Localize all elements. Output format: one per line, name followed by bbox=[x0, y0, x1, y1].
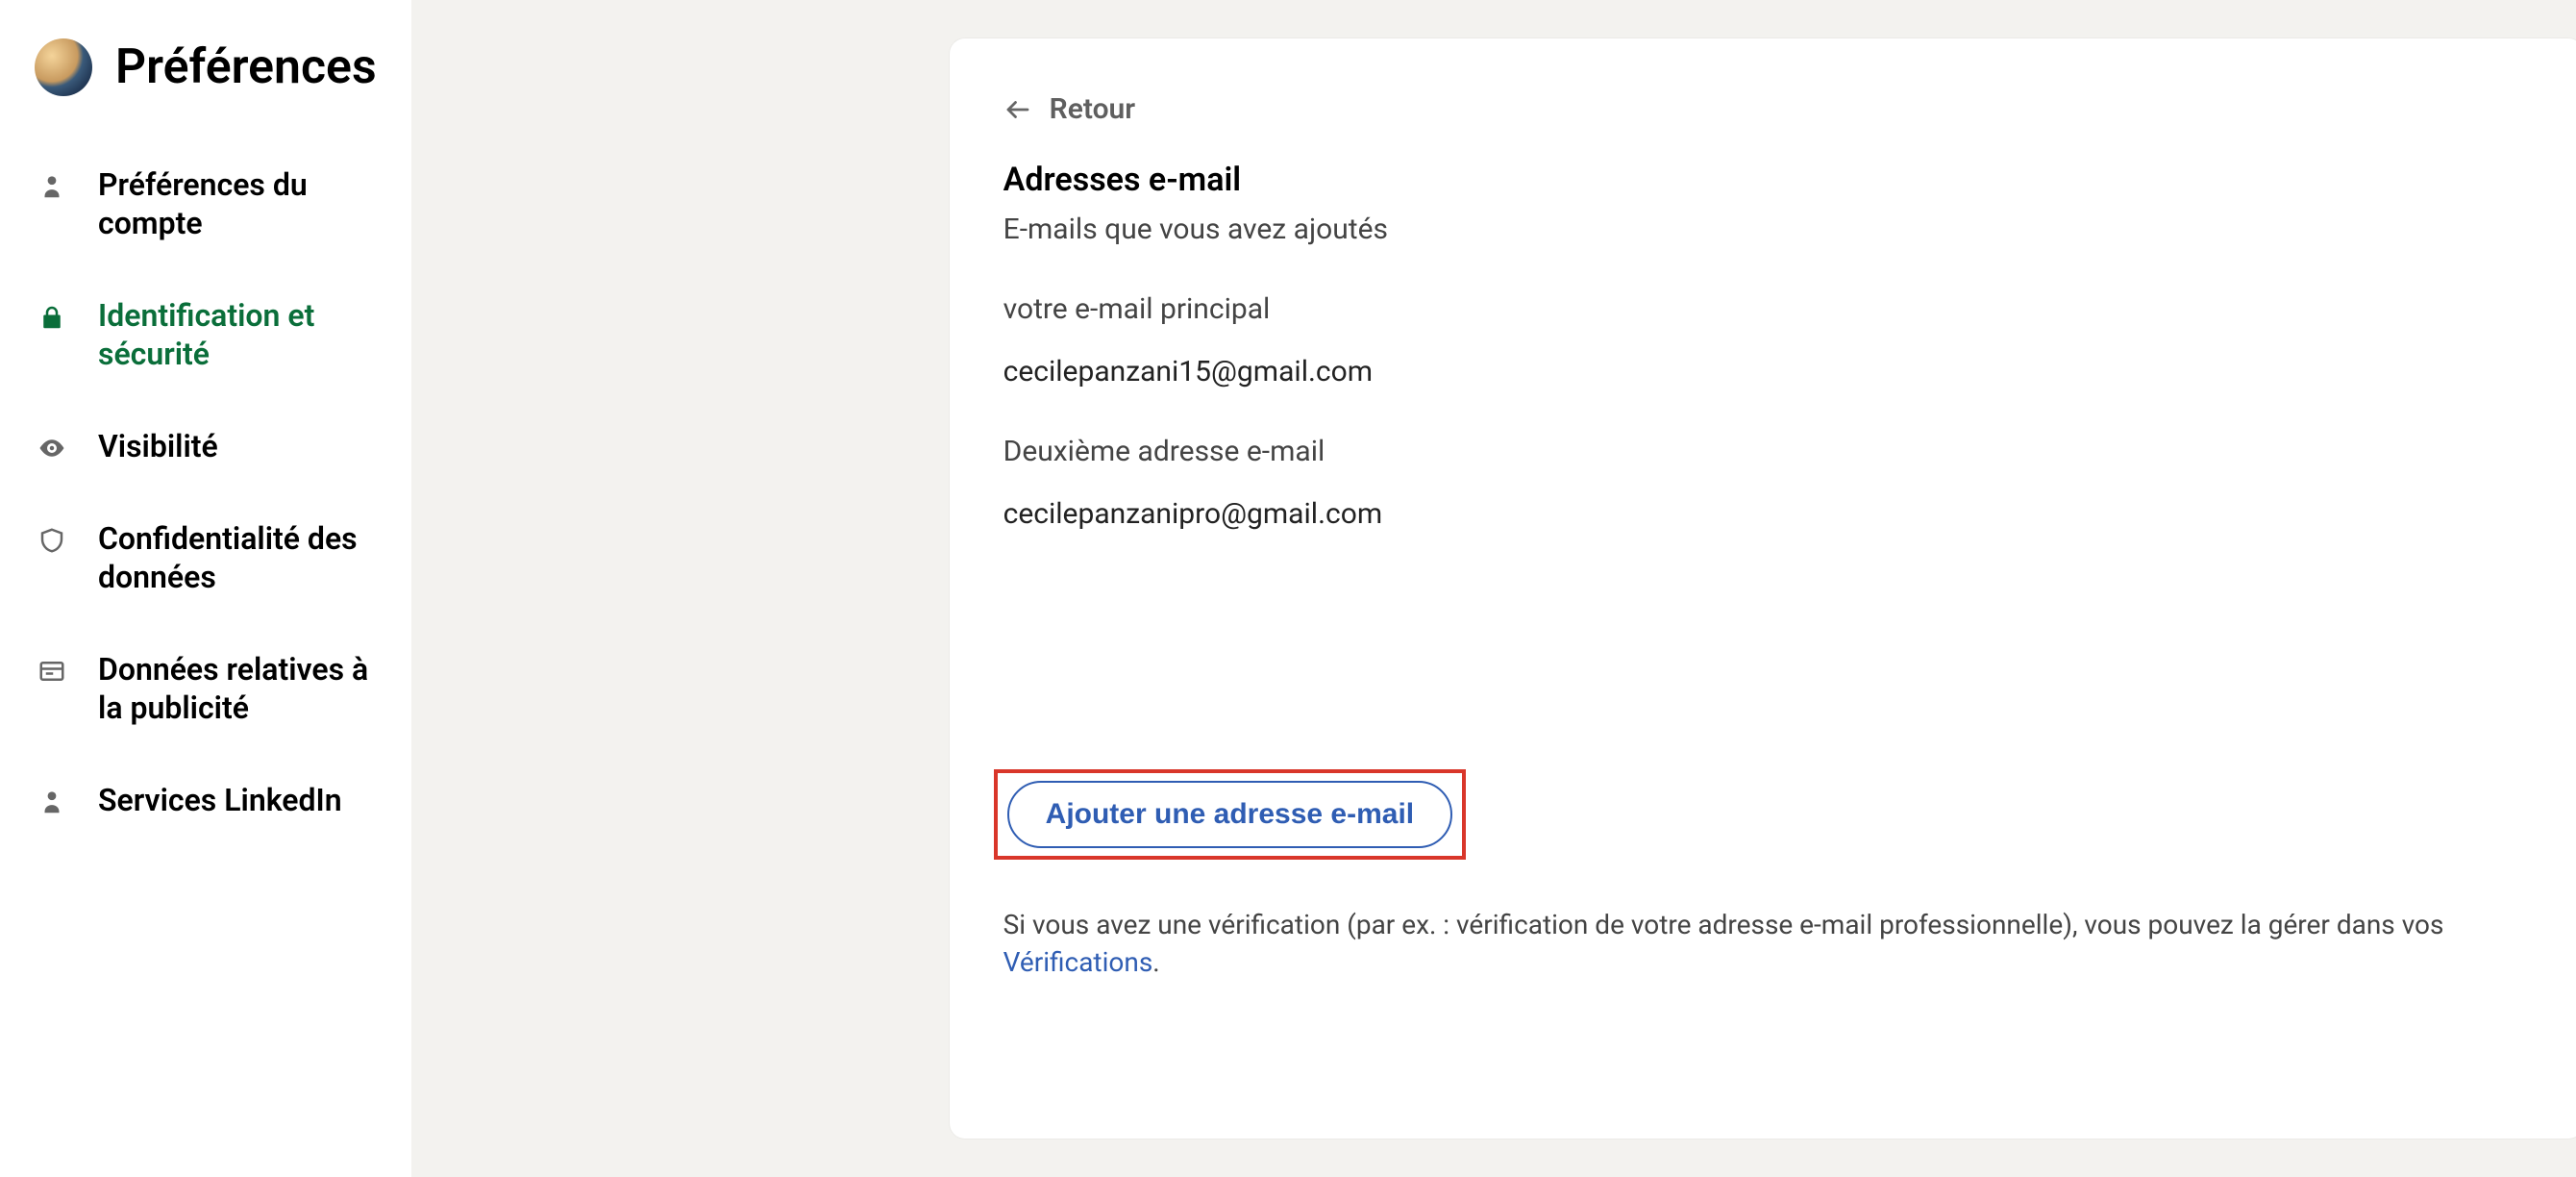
back-button[interactable]: Retour bbox=[1003, 92, 2530, 126]
sidebar-item-label: Confidentialité des données bbox=[98, 519, 377, 596]
sidebar-item-account-preferences[interactable]: Préférences du compte bbox=[35, 165, 377, 242]
email-card: Retour Adresses e-mail E-mails que vous … bbox=[950, 38, 2576, 1139]
sidebar-nav: Préférences du compte Identification et … bbox=[35, 165, 377, 819]
shield-icon bbox=[35, 523, 69, 558]
sidebar-item-data-privacy[interactable]: Confidentialité des données bbox=[35, 519, 377, 596]
verifications-link[interactable]: Vérifications bbox=[1003, 946, 1153, 978]
sidebar-item-label: Données relatives à la publicité bbox=[98, 650, 377, 727]
section-title: Adresses e-mail bbox=[1003, 161, 2530, 199]
sidebar: Préférences Préférences du compte Identi… bbox=[0, 0, 411, 1177]
sidebar-item-label: Visibilité bbox=[98, 427, 218, 465]
person-icon bbox=[35, 169, 69, 204]
footer-post: . bbox=[1152, 946, 1159, 978]
secondary-email-label: Deuxième adresse e-mail bbox=[1003, 435, 2530, 468]
secondary-email-value: cecilepanzanipro@gmail.com bbox=[1003, 497, 2530, 531]
verification-footer: Si vous avez une vérification (par ex. :… bbox=[1003, 906, 2530, 981]
page-title: Préférences bbox=[115, 39, 377, 95]
sidebar-item-label: Préférences du compte bbox=[98, 165, 377, 242]
sidebar-item-advertising-data[interactable]: Données relatives à la publicité bbox=[35, 650, 377, 727]
sidebar-header: Préférences bbox=[35, 38, 377, 96]
sidebar-item-label: Services LinkedIn bbox=[98, 781, 342, 819]
add-email-button[interactable]: Ajouter une adresse e-mail bbox=[1007, 781, 1452, 848]
person-icon bbox=[35, 785, 69, 819]
sidebar-item-security[interactable]: Identification et sécurité bbox=[35, 296, 377, 373]
eye-icon bbox=[35, 431, 69, 465]
add-email-highlight: Ajouter une adresse e-mail bbox=[994, 769, 1466, 860]
sidebar-item-visibility[interactable]: Visibilité bbox=[35, 427, 377, 465]
section-subtitle: E-mails que vous avez ajoutés bbox=[1003, 213, 2530, 246]
spacer bbox=[1003, 577, 2530, 769]
lock-icon bbox=[35, 300, 69, 335]
arrow-left-icon bbox=[1003, 95, 1032, 124]
sidebar-item-label: Identification et sécurité bbox=[98, 296, 377, 373]
primary-email-label: votre e-mail principal bbox=[1003, 292, 2530, 326]
sidebar-item-linkedin-services[interactable]: Services LinkedIn bbox=[35, 781, 377, 819]
footer-pre: Si vous avez une vérification (par ex. :… bbox=[1003, 909, 2444, 940]
main-area: Retour Adresses e-mail E-mails que vous … bbox=[411, 0, 2576, 1177]
newspaper-icon bbox=[35, 654, 69, 689]
primary-email-value: cecilepanzani15@gmail.com bbox=[1003, 355, 2530, 388]
back-label: Retour bbox=[1050, 92, 1135, 126]
avatar[interactable] bbox=[35, 38, 92, 96]
